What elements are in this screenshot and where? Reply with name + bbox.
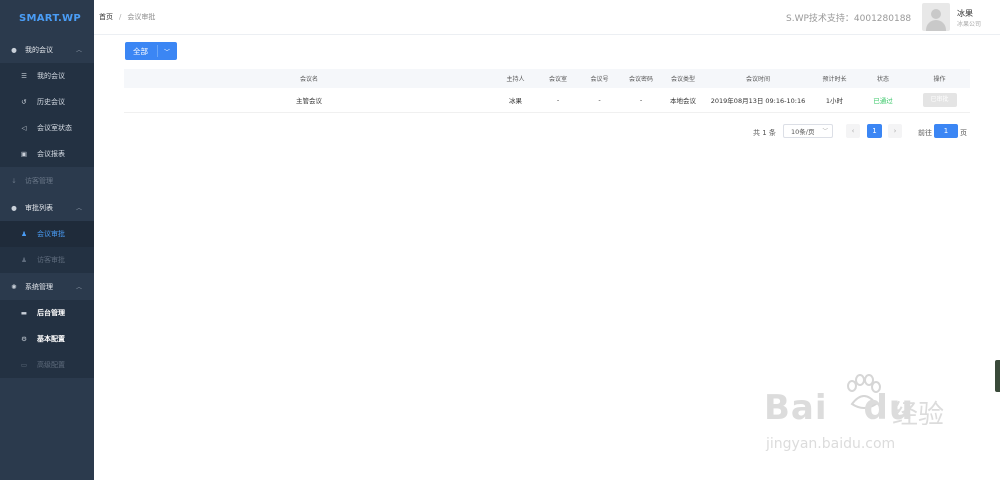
status-badge: 已通过 (873, 97, 893, 105)
sidebar: SMART.WP ● 我的会议 ︿ ☰ 我的会议 ↺ 历史会议 ◁ 会议室状态 … (0, 0, 94, 480)
sidebar-item-report[interactable]: ▣ 会议报表 (0, 141, 94, 167)
approved-button[interactable]: 已审批 (922, 93, 957, 107)
settings-icon: ⚙ (21, 335, 27, 343)
sidebar-group-visitor[interactable]: ↓ 访客管理 (0, 167, 94, 194)
cell-type: 本地会议 (670, 97, 696, 105)
page-size-select[interactable]: 10条/页 ﹀ (783, 124, 833, 138)
chevron-up-icon: ︿ (75, 284, 82, 291)
goto-page-input[interactable]: 1 (934, 124, 958, 138)
col-status: 状态 (876, 76, 889, 83)
chevron-left-icon: ‹ (851, 127, 855, 135)
dropdown-divider (157, 45, 158, 57)
person-icon: ♟ (21, 230, 27, 238)
baidu-watermark: Bai du 经验 jingyan.baidu.com (760, 370, 960, 460)
chevron-up-icon: ︿ (75, 205, 82, 212)
cell-host: 冰果 (509, 97, 522, 105)
person-icon: ♟ (21, 256, 27, 264)
prev-page-button[interactable]: ‹ (846, 124, 860, 138)
avatar[interactable] (922, 3, 950, 31)
side-feedback-tab[interactable] (995, 360, 1000, 392)
goto-label: 前往 (918, 129, 932, 137)
status-filter-dropdown[interactable]: 全部 ﹀ (125, 42, 177, 60)
sidebar-group-my-meetings[interactable]: ● 我的会议 ︿ (0, 36, 94, 63)
cell-action: 已审批 (909, 93, 970, 107)
cell-room: - (556, 96, 560, 104)
person-icon: ● (11, 203, 17, 212)
chevron-up-icon: ︿ (75, 47, 82, 54)
sidebar-item-label: 高级配置 (37, 361, 65, 369)
gear-icon: ✺ (11, 282, 17, 291)
page-size-value: 10条/页 (791, 128, 815, 136)
sidebar-group-label: 我的会议 (25, 45, 53, 54)
monitor-icon: ▬ (20, 309, 28, 317)
watermark-brand-a: Bai (764, 388, 828, 428)
watermark-url: jingyan.baidu.com (766, 436, 896, 452)
sidebar-item-basic-config[interactable]: ⚙ 基本配置 (0, 326, 94, 352)
breadcrumb-current: 会议审批 (127, 13, 156, 21)
table-header: 会议名 主持人 会议室 会议号 会议密码 会议类型 会议时间 预计时长 状态 操… (124, 69, 970, 88)
pagination: 共 1 条 10条/页 ﹀ ‹ 1 › 前往 1 页 (0, 124, 1000, 140)
history-icon: ↺ (21, 98, 27, 106)
download-icon: ↓ (11, 176, 17, 185)
col-time: 会议时间 (745, 76, 770, 83)
sidebar-item-label: 我的会议 (37, 72, 65, 80)
avatar-head-icon (931, 9, 941, 19)
chevron-down-icon: ﹀ (163, 49, 170, 56)
avatar-body-icon (926, 20, 946, 31)
pagination-total: 共 1 条 (753, 129, 776, 137)
next-page-button[interactable]: › (888, 124, 902, 138)
chevron-down-icon: ﹀ (822, 129, 828, 135)
support-hotline: S.WP技术支持：4001280188 (786, 14, 912, 24)
cell-meeting-name: 主管会议 (296, 97, 322, 105)
approval-table: 会议名 主持人 会议室 会议号 会议密码 会议类型 会议时间 预计时长 状态 操… (124, 69, 970, 113)
table-row: 主管会议 冰果 - - - 本地会议 2019年08月13日 09:16-10:… (124, 88, 970, 113)
col-meeting-no: 会议号 (590, 76, 609, 83)
col-password: 会议密码 (628, 76, 653, 83)
col-room: 会议室 (548, 76, 567, 83)
breadcrumb: 首页 / 会议审批 (99, 12, 155, 22)
sidebar-item-label: 访客审批 (37, 256, 65, 264)
report-icon: ▣ (20, 150, 28, 158)
user-group-icon: ● (11, 45, 17, 54)
sliders-icon: ▭ (20, 361, 28, 369)
sidebar-group-system[interactable]: ✺ 系统管理 ︿ (0, 273, 94, 300)
sidebar-item-backend[interactable]: ▬ 后台管理 (0, 300, 94, 326)
col-action: 操作 (933, 76, 946, 83)
user-name[interactable]: 冰果 (957, 8, 973, 19)
sidebar-group-label: 系统管理 (25, 282, 53, 291)
sidebar-item-my-meetings[interactable]: ☰ 我的会议 (0, 63, 94, 89)
sidebar-group-approval[interactable]: ● 审批列表 ︿ (0, 194, 94, 221)
sidebar-item-history[interactable]: ↺ 历史会议 (0, 89, 94, 115)
col-meeting-name: 会议名 (299, 76, 318, 83)
sidebar-item-label: 会议报表 (37, 150, 65, 158)
user-company: 冰果公司 (957, 21, 982, 28)
col-duration: 预计时长 (822, 76, 847, 83)
goto-suffix: 页 (960, 129, 967, 137)
top-header: 首页 / 会议审批 S.WP技术支持：4001280188 冰果 冰果公司 (94, 0, 1000, 35)
sidebar-item-label: 基本配置 (37, 335, 65, 343)
sidebar-item-meeting-approval[interactable]: ♟ 会议审批 (0, 221, 94, 247)
sidebar-item-label: 历史会议 (37, 98, 65, 106)
sidebar-item-advanced-config[interactable]: ▭ 高级配置 (0, 352, 94, 378)
cell-time: 2019年08月13日 09:16-10:16 (710, 97, 806, 105)
sidebar-item-label: 后台管理 (37, 309, 65, 317)
cell-password: - (639, 96, 643, 104)
sidebar-group-label: 审批列表 (25, 203, 53, 212)
breadcrumb-separator: / (119, 13, 122, 21)
watermark-cn: 经验 (892, 400, 945, 430)
cell-duration: 1小时 (825, 97, 844, 105)
sidebar-item-visitor-approval[interactable]: ♟ 访客审批 (0, 247, 94, 273)
cell-meeting-no: - (598, 96, 601, 104)
sidebar-menu: ● 我的会议 ︿ ☰ 我的会议 ↺ 历史会议 ◁ 会议室状态 ▣ 会议报表 ↓ … (0, 36, 94, 378)
sidebar-item-label: 会议审批 (37, 230, 65, 238)
col-type: 会议类型 (670, 76, 695, 83)
sidebar-group-label: 访客管理 (25, 176, 53, 185)
list-icon: ☰ (21, 72, 27, 80)
page-number-current[interactable]: 1 (867, 124, 882, 138)
breadcrumb-home[interactable]: 首页 (99, 13, 113, 21)
chevron-right-icon: › (893, 127, 897, 135)
app-logo[interactable]: SMART.WP (0, 0, 94, 36)
col-host: 主持人 (506, 76, 525, 83)
status-filter-value: 全部 (133, 46, 148, 56)
